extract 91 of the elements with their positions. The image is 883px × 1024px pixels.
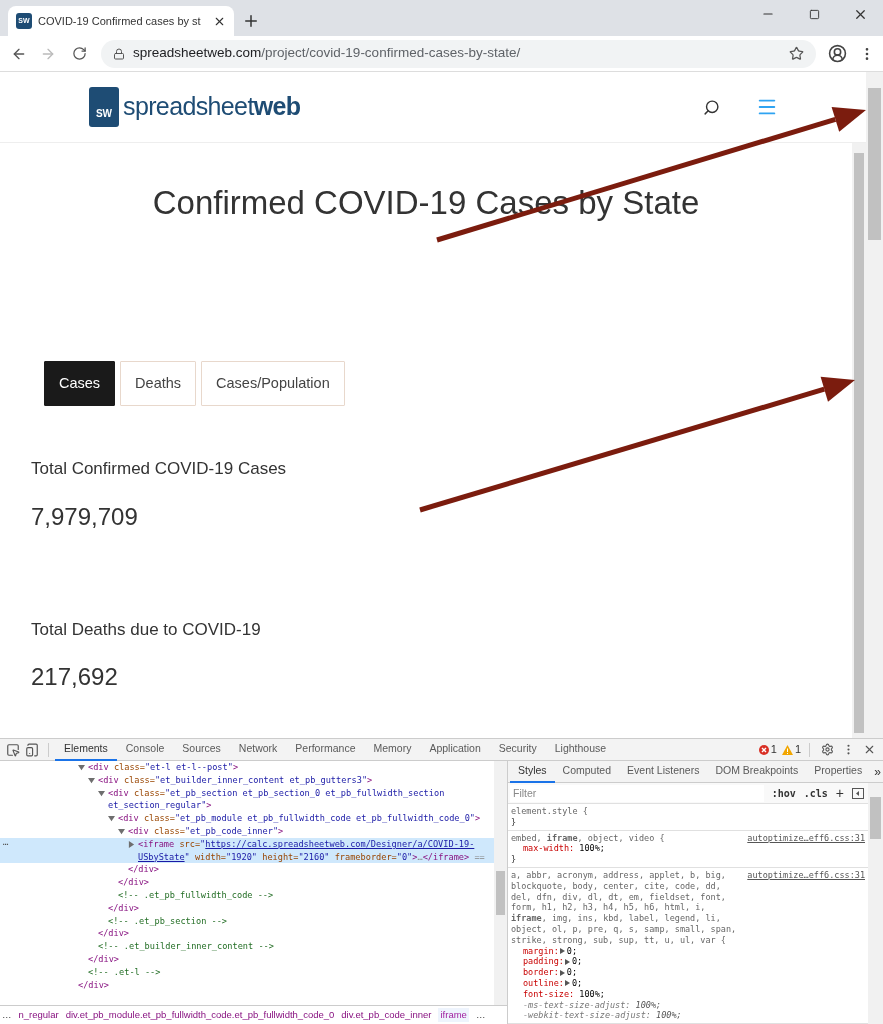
url-domain: spreadsheetweb.com xyxy=(133,44,262,63)
devtools-tab[interactable]: Performance xyxy=(286,738,365,761)
rule-end: } xyxy=(511,854,518,865)
rule-end: } xyxy=(511,816,518,828)
devtools-tab[interactable]: Network xyxy=(229,738,287,761)
css-property: max-width: 100%; xyxy=(523,843,605,854)
error-count: 1 xyxy=(770,742,777,758)
css-property: -ms-text-size-adjust: 100%; xyxy=(523,999,662,1010)
new-tab-icon[interactable] xyxy=(242,12,260,30)
view-tab[interactable]: Deaths xyxy=(120,361,197,406)
css-property: -webkit-text-size-adjust: 100%; xyxy=(523,1010,682,1021)
stat-label: Total Deaths due to COVID-19 xyxy=(31,618,262,641)
devtools-tab[interactable]: Sources xyxy=(173,738,230,761)
inspect-icon[interactable] xyxy=(6,742,20,757)
address-bar[interactable]: spreadsheetweb.com/project/covid-19-confirmed-cases-by-state/ xyxy=(101,39,816,68)
breadcrumb-overflow[interactable]: … xyxy=(2,1007,12,1023)
closing-tag-text: </div> xyxy=(118,877,150,888)
markup-text: <div class="et_pb_section et_pb_section_0 et_pb_fullwidth_section et_section_regular"> xyxy=(108,787,446,811)
maximize-icon xyxy=(808,8,820,20)
search-icon[interactable] xyxy=(703,98,720,116)
css-property: font-size: 100%; xyxy=(523,988,605,999)
css-selector: element.style { xyxy=(511,806,589,817)
closing-tag-text: </div> xyxy=(98,928,130,939)
html-comment: <!-- .et_pb_fullwidth_code --> xyxy=(118,889,274,900)
closing-tag-text: </div> xyxy=(108,902,140,913)
breadcrumb-overflow[interactable]: … xyxy=(475,1007,486,1023)
new-rule-button[interactable]: + xyxy=(835,786,844,800)
breadcrumb-item[interactable]: div.et_pb_module.et_pb_fullwidth_code.et_pb_fullwidth_code_0 xyxy=(65,1007,335,1023)
settings-icon[interactable] xyxy=(821,743,834,756)
scrollbar[interactable] xyxy=(852,143,866,738)
lock-icon xyxy=(113,47,125,60)
css-property: outline: 0; xyxy=(523,977,583,988)
reload-icon[interactable] xyxy=(72,46,87,61)
closing-tag-text: </div> xyxy=(78,979,110,990)
scrollbar[interactable] xyxy=(868,783,883,1024)
hov-button[interactable]: :hov xyxy=(771,785,796,801)
html-comment: <!-- .et_builder_inner_content --> xyxy=(98,941,274,952)
sidebar-toggle-icon[interactable] xyxy=(852,787,864,799)
devtools-tab[interactable]: Application xyxy=(420,738,490,761)
cls-button[interactable]: .cls xyxy=(803,785,828,801)
sidebar-tab[interactable]: Event Listeners xyxy=(619,760,708,783)
css-property: margin: 0; xyxy=(523,945,578,956)
bookmark-star-icon[interactable] xyxy=(789,46,804,61)
breadcrumb-item[interactable]: div.et_pb_code_inner xyxy=(341,1007,432,1023)
devtools-tab[interactable]: Memory xyxy=(364,738,421,761)
error-icon xyxy=(758,744,769,755)
css-selector: a, abbr, acronym, address, applet, b, big, blockquote, body, center, cite, code, dd, del, dfn, div, dl, dt, em, fieldset, font, form, h1, h2, h3, h4, h5, h6, html, i, iframe, img, ins, kbd, label, legend, li, object, ol, p, pre, q, s, samp, small, span, strike, strong, sub, sup, tt, u, ul, var { xyxy=(511,870,738,946)
tab-title: COVID-19 Confirmed cases by st xyxy=(38,13,202,29)
view-tab[interactable]: Cases xyxy=(44,361,116,406)
devtools-tab[interactable]: Lighthouse xyxy=(545,738,616,761)
stat-value: 7,979,709 xyxy=(31,501,139,532)
devtools-tab[interactable]: Elements xyxy=(55,738,117,761)
profile-icon[interactable] xyxy=(828,44,847,63)
closing-tag-text: </div> xyxy=(88,953,120,964)
stat-value: 217,692 xyxy=(31,662,119,692)
scrollbar[interactable] xyxy=(494,761,507,1005)
stylesheet-link[interactable]: autoptimize…eff6.css:31 xyxy=(747,870,865,881)
html-comment: <!-- .et_pb_section --> xyxy=(108,915,227,926)
warning-count: 1 xyxy=(794,742,801,758)
devtools-tab[interactable]: Console xyxy=(116,738,174,761)
logo-text[interactable]: spreadsheetweb xyxy=(123,88,301,126)
markup-text: <div class="et_pb_module et_pb_fullwidth_code et_pb_fullwidth_code_0"> xyxy=(118,813,481,824)
sidebar-tab[interactable]: DOM Breakpoints xyxy=(707,760,807,783)
closing-tag-text: </div> xyxy=(128,864,160,875)
breadcrumb-item[interactable]: n_regular xyxy=(18,1007,59,1023)
css-property: padding: 0; xyxy=(523,956,583,967)
device-toolbar-icon[interactable] xyxy=(25,742,39,757)
markup-text: <div class="et_pb_code_inner"> xyxy=(128,826,284,836)
gutter-menu[interactable]: ⋯ xyxy=(3,837,9,851)
more-tabs-button[interactable]: » xyxy=(874,762,881,781)
dom-node-row[interactable]: ⋯ <iframe src="https://calc.spreadsheetweb.com/Designer/a/COVID-19-USbyState" width="1920" height="2160" frameborder="0">…</iframe> == xyxy=(0,837,494,864)
stylesheet-link[interactable]: autoptimize…eff6.css:31 xyxy=(747,832,865,844)
warning-icon xyxy=(781,744,793,755)
stat-label: Total Confirmed COVID-19 Cases xyxy=(31,458,288,480)
sidebar-tab[interactable]: Properties xyxy=(806,760,871,783)
sidebar-tab[interactable]: Computed xyxy=(554,760,620,783)
css-selector: embed, iframe, object, video { xyxy=(511,832,666,844)
markup-text: <div class="et_builder_inner_content et_pb_gutters3"> xyxy=(98,774,373,785)
devtools-tab[interactable]: Security xyxy=(489,738,546,761)
view-tab[interactable]: Cases/Population xyxy=(201,361,345,406)
expand-arrow-icon[interactable] xyxy=(128,840,135,848)
markup-text: <div class="et-l et-l--post"> xyxy=(88,762,239,772)
scrollbar[interactable] xyxy=(866,72,883,738)
breadcrumb-item[interactable]: iframe xyxy=(438,1007,469,1023)
filter-field[interactable]: Filter xyxy=(510,784,764,802)
css-property: border: 0; xyxy=(523,967,578,978)
html-comment: <!-- .et-l --> xyxy=(88,966,161,977)
logo-mark: SW xyxy=(89,87,119,127)
url-path: /project/covid-19-confirmed-cases-by-state/ xyxy=(261,44,522,63)
markup-text: <iframe src="https://calc.spreadsheetweb.com/Designer/a/COVID-19-USbyState" width="1920" height="2160" frameborder="0">…</iframe> == xyxy=(138,838,485,862)
close-icon[interactable] xyxy=(863,743,876,756)
